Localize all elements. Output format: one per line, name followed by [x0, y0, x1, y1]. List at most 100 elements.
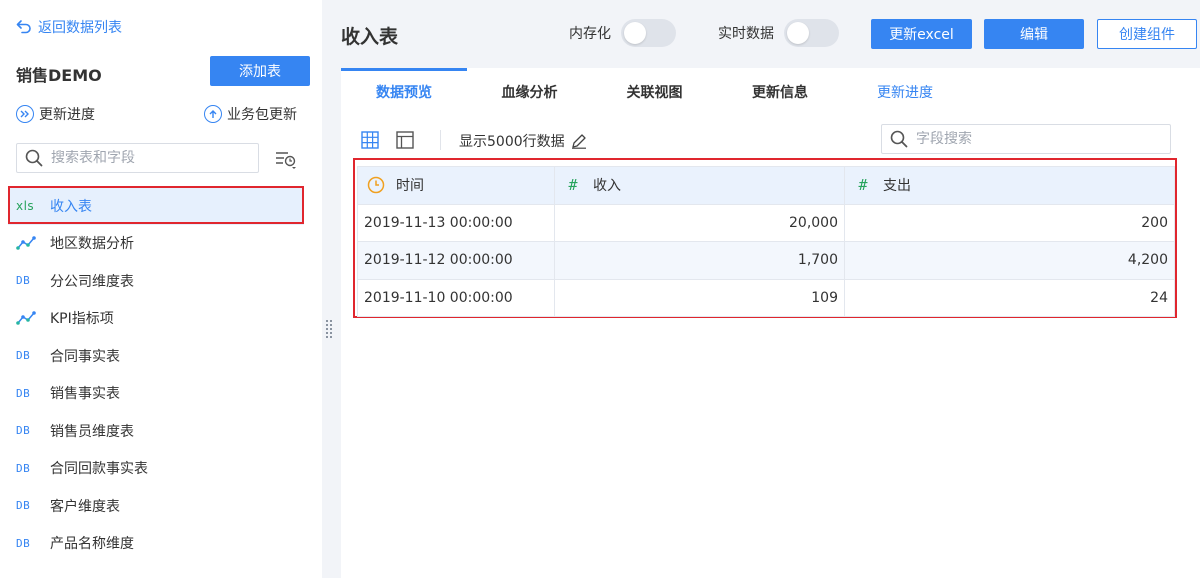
sidebar-item-label: KPI指标项 — [50, 311, 114, 328]
search-icon — [25, 149, 43, 167]
add-table-button[interactable]: 添加表 — [210, 56, 310, 86]
edit-button[interactable]: 编辑 — [984, 19, 1084, 49]
database-icon: DB — [16, 274, 31, 288]
sidebar-item-label: 销售员维度表 — [50, 423, 134, 440]
sidebar-item-table[interactable]: KPI指标项 — [0, 300, 322, 338]
cell-expense: 24 — [844, 278, 1175, 317]
column-header-label: 收入 — [593, 178, 621, 195]
panel-resize-handle[interactable] — [326, 320, 332, 338]
back-arrow-icon — [16, 20, 31, 34]
cell-income: 109 — [554, 278, 845, 317]
table-row: 2019-11-10 00:00:00 109 24 — [357, 278, 1175, 317]
sidebar-item-label: 分公司维度表 — [50, 273, 134, 290]
sidebar-item-table[interactable]: DB 合同回款事实表 — [0, 450, 322, 488]
tab-bar: 数据预览 血缘分析 关联视图 更新信息 更新进度 — [341, 68, 967, 116]
cell-time: 2019-11-10 00:00:00 — [357, 278, 555, 317]
tab-lineage-analysis[interactable]: 血缘分析 — [467, 68, 592, 116]
analysis-chart-icon — [16, 236, 38, 251]
sidebar-item-label: 客户维度表 — [50, 498, 120, 515]
tab-update-info[interactable]: 更新信息 — [717, 68, 843, 116]
toolbar-divider — [440, 130, 441, 150]
filter-sort-button[interactable] — [272, 146, 300, 172]
cell-time: 2019-11-12 00:00:00 — [357, 241, 555, 280]
sidebar-item-table[interactable]: 地区数据分析 — [0, 225, 322, 263]
fast-forward-icon — [16, 105, 34, 123]
in-memory-toggle-group: 内存化 — [569, 19, 676, 47]
sidebar-item-table[interactable]: DB 销售事实表 — [0, 375, 322, 413]
sidebar-item-table[interactable]: DB 销售员维度表 — [0, 412, 322, 450]
in-memory-toggle[interactable] — [621, 19, 676, 47]
update-excel-button[interactable]: 更新excel — [871, 19, 972, 49]
sidebar-item-label: 收入表 — [50, 198, 92, 215]
sidebar-actions: 更新进度 业务包更新 — [16, 104, 306, 126]
number-type-icon: # — [858, 176, 868, 195]
excel-file-icon: xls — [16, 198, 35, 213]
update-progress-button[interactable]: 更新进度 — [16, 104, 95, 124]
database-icon: DB — [16, 461, 31, 475]
toggle-knob — [787, 22, 809, 44]
toggle-knob — [624, 22, 646, 44]
back-link-label: 返回数据列表 — [38, 20, 122, 36]
database-icon: DB — [16, 349, 31, 363]
cell-expense: 200 — [844, 203, 1175, 242]
table-header-row: 时间 # 收入 # 支出 — [357, 166, 1175, 205]
sidebar-item-table[interactable]: xls 收入表 — [8, 187, 304, 225]
project-title: 销售DEMO — [16, 66, 102, 85]
sidebar-item-table[interactable]: DB 产品名称维度 — [0, 525, 322, 563]
cell-time: 2019-11-13 00:00:00 — [357, 203, 555, 242]
field-search-box — [881, 124, 1171, 154]
in-memory-label: 内存化 — [569, 26, 611, 42]
realtime-label: 实时数据 — [718, 26, 774, 42]
column-header-label: 支出 — [883, 178, 911, 195]
data-preview-table: 时间 # 收入 # 支出 2019-11-13 00:00:00 20,000 … — [357, 166, 1175, 317]
table-search-input[interactable] — [51, 150, 251, 166]
sidebar-item-label: 合同事实表 — [50, 348, 120, 365]
search-icon — [890, 130, 908, 148]
table-view-icon[interactable] — [361, 131, 379, 149]
table-row: 2019-11-12 00:00:00 1,700 4,200 — [357, 241, 1175, 280]
cell-income: 20,000 — [554, 203, 845, 242]
highlight-box-data-table: 时间 # 收入 # 支出 2019-11-13 00:00:00 20,000 … — [353, 158, 1177, 318]
sidebar-item-label: 地区数据分析 — [50, 236, 134, 253]
cell-expense: 4,200 — [844, 241, 1175, 280]
table-list: xls 收入表地区数据分析 DB 分公司维度表 KPI指标项 DB 合同事实表 DB 销售事实表… — [0, 187, 322, 562]
main-area: 收入表 内存化 实时数据 更新excel 编辑 创建组件 数据预览 血缘分析 关… — [341, 0, 1200, 578]
database-icon: DB — [16, 499, 31, 513]
layout-view-icon[interactable] — [396, 131, 414, 149]
tab-data-preview[interactable]: 数据预览 — [341, 68, 467, 116]
number-type-icon: # — [568, 176, 578, 195]
sidebar-item-label: 合同回款事实表 — [50, 461, 148, 478]
tab-relation-view[interactable]: 关联视图 — [592, 68, 717, 116]
table-search-box — [16, 143, 259, 173]
field-search-input[interactable] — [916, 131, 1156, 147]
database-icon: DB — [16, 386, 31, 400]
back-to-list-link[interactable]: 返回数据列表 — [16, 16, 122, 38]
content-panel: 数据预览 血缘分析 关联视图 更新信息 更新进度 显示5000行数据 字段搜索 … — [341, 68, 1200, 578]
create-component-button[interactable]: 创建组件 — [1097, 19, 1197, 49]
realtime-toggle-group: 实时数据 — [718, 19, 839, 47]
package-update-button[interactable]: 业务包更新 — [204, 104, 297, 124]
table-row: 2019-11-13 00:00:00 20,000 200 — [357, 203, 1175, 242]
sidebar-item-table[interactable]: DB 分公司维度表 — [0, 262, 322, 300]
package-update-label: 业务包更新 — [227, 107, 297, 123]
filter-clock-icon — [276, 152, 296, 169]
database-icon: DB — [16, 536, 31, 550]
edit-pencil-icon — [571, 134, 586, 149]
sidebar: 返回数据列表 销售DEMO 添加表 更新进度 业务包更新 搜索表和字段 xls … — [0, 0, 322, 578]
clock-icon — [366, 176, 386, 194]
tab-update-progress[interactable]: 更新进度 — [843, 68, 967, 116]
analysis-chart-icon — [16, 311, 38, 326]
database-icon: DB — [16, 424, 31, 438]
realtime-toggle[interactable] — [784, 19, 839, 47]
upload-icon — [204, 105, 222, 123]
row-limit-label: 显示5000行数据 — [459, 134, 565, 150]
sidebar-item-label: 产品名称维度 — [50, 536, 134, 553]
cell-income: 1,700 — [554, 241, 845, 280]
column-header-time[interactable]: 时间 — [357, 166, 555, 205]
row-limit-setting[interactable]: 显示5000行数据 — [459, 131, 587, 151]
column-header-expense[interactable]: # 支出 — [844, 166, 1175, 205]
sidebar-item-label: 销售事实表 — [50, 386, 120, 403]
column-header-income[interactable]: # 收入 — [554, 166, 845, 205]
sidebar-item-table[interactable]: DB 合同事实表 — [0, 337, 322, 375]
sidebar-item-table[interactable]: DB 客户维度表 — [0, 487, 322, 525]
